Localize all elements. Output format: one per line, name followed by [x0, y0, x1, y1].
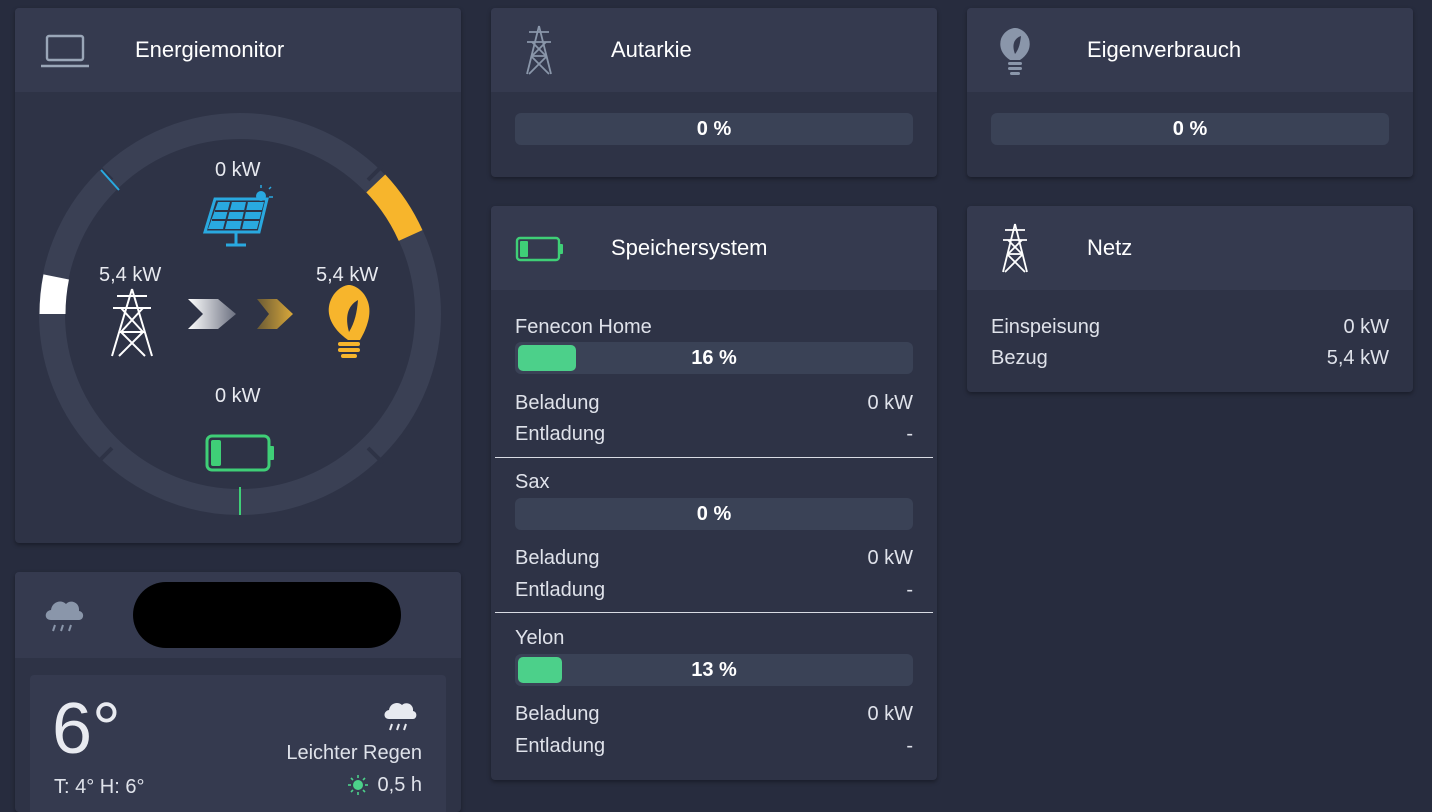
storage-soc-bar: 13 %	[515, 654, 913, 686]
storage-divider	[495, 457, 933, 458]
flow-arrows	[188, 299, 293, 329]
cloud-rain-icon	[45, 601, 84, 632]
energy-monitor-card: Energiemonitor 0 kW 5,4 kW 5,4 kW 0 kW	[15, 8, 461, 543]
storage-charge-row: Beladung 0 kW	[515, 392, 913, 414]
grid-tower-icon	[111, 288, 153, 357]
eigenverbrauch-progress-bar: 0 %	[991, 113, 1389, 145]
redacted-location	[133, 582, 401, 648]
weather-card: 6° T: 4° H: 6° Leichter Regen 0,5 h	[15, 572, 461, 812]
power-tower-icon	[1002, 223, 1028, 273]
autarkie-title: Autarkie	[611, 37, 692, 62]
weather-condition-icon	[384, 702, 417, 731]
grid-power-label: 5,4 kW	[99, 264, 162, 286]
storage-discharge-row: Entladung -	[515, 579, 913, 601]
eigenverbrauch-header: Eigenverbrauch	[967, 8, 1413, 92]
lightbulb-icon	[328, 285, 370, 358]
autarkie-card: Autarkie 0 %	[491, 8, 937, 177]
storage-system-name: Sax	[515, 471, 550, 493]
weather-inner-panel: 6° T: 4° H: 6° Leichter Regen 0,5 h	[30, 675, 446, 812]
storage-soc-percent: 13 %	[691, 659, 737, 681]
autarkie-percent: 0 %	[696, 118, 732, 140]
grid-feed-in-row: Einspeisung 0 kW	[991, 316, 1389, 338]
grid-ring-segment	[39, 274, 69, 315]
weather-condition: Leichter Regen	[286, 742, 422, 764]
storage-soc-percent: 0 %	[696, 503, 732, 525]
storage-system-name: Fenecon Home	[515, 316, 652, 338]
storage-system-name: Yelon	[515, 627, 565, 649]
sun-icon	[348, 775, 368, 795]
eigenverbrauch-percent: 0 %	[1172, 118, 1208, 140]
storage-soc-percent: 16 %	[691, 347, 737, 369]
power-tower-icon	[526, 25, 552, 75]
autarkie-header: Autarkie	[491, 8, 937, 92]
energy-monitor-title: Energiemonitor	[135, 37, 285, 62]
storage-power-label: 0 kW	[215, 385, 261, 407]
sun-hours: 0,5 h	[377, 774, 422, 796]
netz-card: Netz Einspeisung 0 kW Bezug 5,4 kW	[967, 206, 1413, 392]
netz-header: Netz	[967, 206, 1413, 290]
speichersystem-title: Speichersystem	[611, 235, 768, 260]
weather-header	[15, 572, 461, 658]
storage-charge-row: Beladung 0 kW	[515, 703, 913, 725]
speichersystem-header: Speichersystem	[491, 206, 937, 290]
storage-discharge-row: Entladung -	[515, 735, 913, 757]
consumption-ring-segment	[366, 174, 423, 242]
laptop-icon	[41, 34, 89, 68]
netz-title: Netz	[1087, 235, 1133, 260]
eigenverbrauch-card: Eigenverbrauch 0 %	[967, 8, 1413, 177]
energy-monitor-header: Energiemonitor	[15, 8, 461, 92]
speichersystem-card: Speichersystem Fenecon Home 16 % Beladun…	[491, 206, 937, 780]
storage-discharge-row: Entladung -	[515, 423, 913, 445]
storage-divider	[495, 612, 933, 613]
storage-soc-bar: 16 %	[515, 342, 913, 374]
battery-icon	[515, 236, 563, 262]
storage-soc-bar: 0 %	[515, 498, 913, 530]
battery-icon	[205, 434, 274, 472]
weather-temperature: 6°	[52, 689, 121, 769]
grid-draw-row: Bezug 5,4 kW	[991, 347, 1389, 369]
solar-panel-icon	[202, 185, 273, 247]
storage-charge-row: Beladung 0 kW	[515, 547, 913, 569]
lightbulb-icon	[1000, 28, 1030, 75]
eigenverbrauch-title: Eigenverbrauch	[1087, 37, 1242, 62]
consumption-power-label: 5,4 kW	[316, 264, 379, 286]
autarkie-progress-bar: 0 %	[515, 113, 913, 145]
solar-power-label: 0 kW	[215, 159, 261, 181]
weather-range: T: 4° H: 6°	[54, 776, 145, 798]
